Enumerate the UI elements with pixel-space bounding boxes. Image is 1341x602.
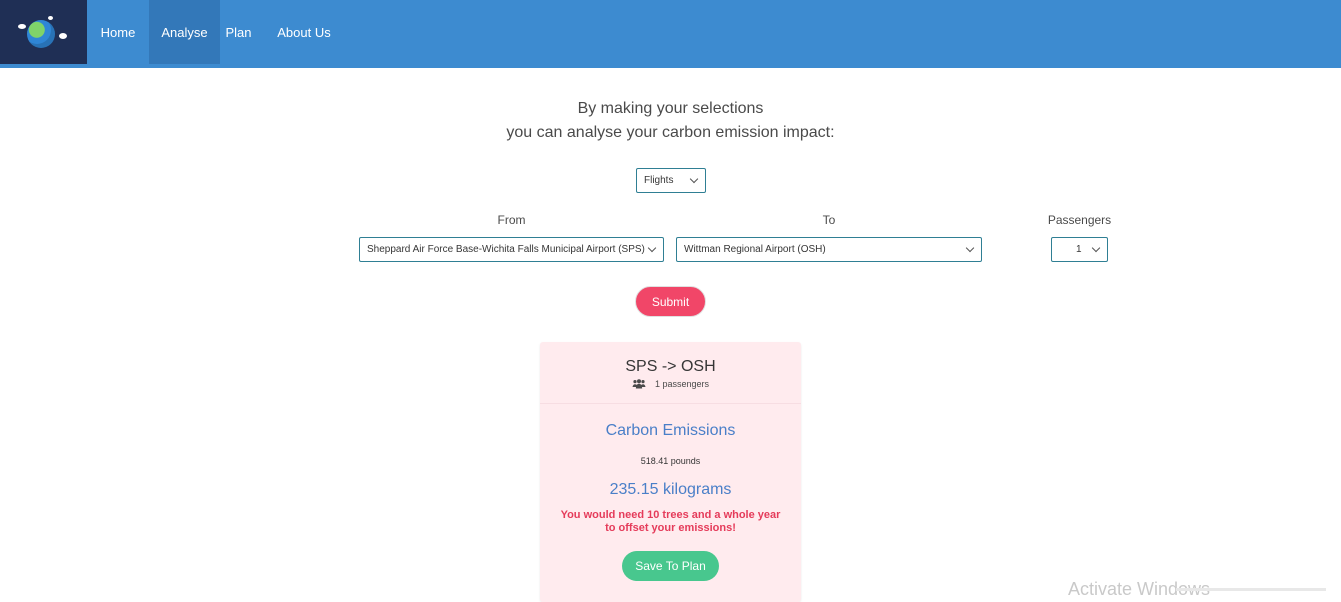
chevron-down-icon [689, 174, 699, 184]
passengers-value: 1 [1076, 244, 1082, 255]
from-airport-select[interactable]: Sheppard Air Force Base-Wichita Falls Mu… [359, 237, 664, 262]
result-card: SPS -> OSH 1 passengers Carbon Emissions… [540, 342, 801, 602]
offset-warning-line-1: You would need 10 trees and a whole year [560, 509, 781, 521]
intro-line-2: you can analyse your carbon emission imp… [506, 124, 835, 141]
passenger-count-row: 1 passengers [540, 379, 801, 389]
submit-button[interactable]: Submit [635, 286, 706, 317]
nav-analyse[interactable]: Analyse [149, 0, 220, 64]
nav-about-us[interactable]: About Us [257, 0, 351, 64]
emissions-kilograms: 235.15 kilograms [609, 481, 732, 498]
transport-mode-select[interactable]: Flights [636, 168, 706, 193]
to-airport-select[interactable]: Wittman Regional Airport (OSH) [676, 237, 982, 262]
transport-mode-value: Flights [644, 175, 674, 186]
users-icon [632, 379, 646, 389]
earth-globe [27, 20, 55, 48]
to-airport-value: Wittman Regional Airport (OSH) [684, 244, 826, 255]
emissions-pounds: 518.41 pounds [640, 456, 701, 466]
from-label: From [497, 213, 526, 227]
chevron-down-icon [965, 243, 975, 253]
nav-plan[interactable]: Plan [220, 0, 257, 64]
chevron-down-icon [647, 243, 657, 253]
passenger-count-text: 1 passengers [654, 379, 710, 389]
earth-logo-icon[interactable] [0, 0, 87, 64]
intro-text: By making your selections you can analys… [0, 97, 1341, 145]
to-label: To [822, 213, 836, 227]
save-to-plan-button[interactable]: Save To Plan [622, 551, 719, 581]
nav-home[interactable]: Home [87, 0, 149, 64]
cloud-shape [59, 33, 67, 39]
carbon-emissions-title: Carbon Emissions [605, 422, 736, 439]
top-navbar: Home Analyse Plan About Us [0, 0, 1341, 68]
offset-warning-line-2: to offset your emissions! [605, 522, 736, 534]
chevron-down-icon [1091, 243, 1101, 253]
route-title: SPS -> OSH [625, 358, 716, 375]
passengers-select[interactable]: 1 [1051, 237, 1108, 262]
cloud-shape [18, 24, 26, 29]
offset-warning: You would need 10 trees and a whole year… [540, 509, 801, 535]
intro-line-1: By making your selections [577, 100, 764, 117]
card-divider [540, 403, 801, 404]
passengers-label: Passengers [1047, 213, 1112, 227]
from-airport-value: Sheppard Air Force Base-Wichita Falls Mu… [367, 244, 645, 255]
cloud-shape [48, 16, 53, 20]
